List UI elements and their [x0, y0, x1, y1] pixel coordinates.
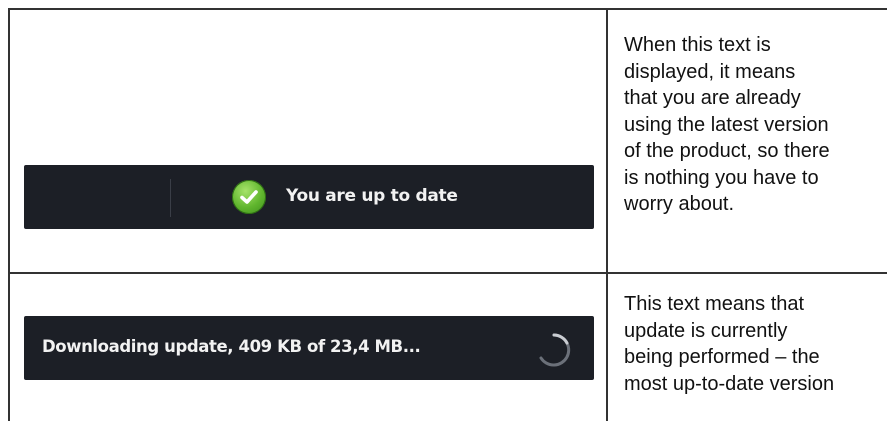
up-to-date-status-text: You are up to date: [286, 186, 458, 206]
checkmark-circle-icon: [232, 180, 266, 214]
help-table: You are up to date When this text is dis…: [8, 8, 887, 421]
downloading-description: This text means that update is currently…: [624, 293, 835, 395]
downloading-status-text: Downloading update, 409 KB of 23,4 MB...: [42, 337, 421, 356]
toolbar-separator: [170, 179, 171, 217]
downloading-status-bar: Downloading update, 409 KB of 23,4 MB...: [24, 316, 594, 380]
up-to-date-description: When this text is displayed, it means th…: [624, 34, 830, 215]
loading-spinner-icon: [539, 333, 571, 367]
row-divider: [10, 272, 887, 274]
column-divider: [606, 10, 608, 421]
up-to-date-status-bar: You are up to date: [24, 165, 594, 229]
